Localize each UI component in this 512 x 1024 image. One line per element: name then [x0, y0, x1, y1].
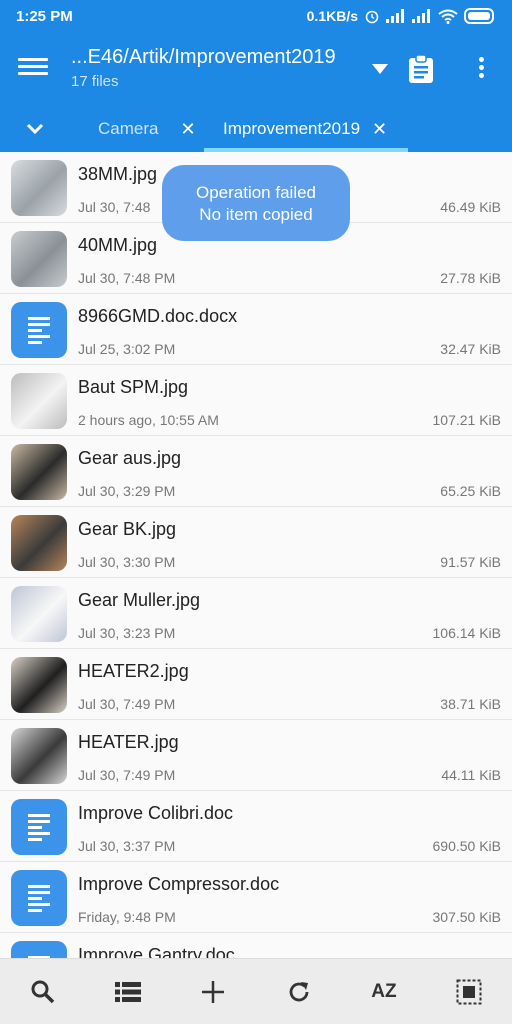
dropdown-arrow-icon[interactable]	[370, 62, 390, 76]
tab-bar: Camera ✕ Improvement2019 ✕	[0, 106, 512, 152]
file-size: 27.78 KiB	[440, 270, 501, 286]
file-name: 8966GMD.doc.docx	[78, 306, 238, 326]
file-name: Baut SPM.jpg	[78, 377, 189, 397]
file-row[interactable]: Improve Gantry.doc	[0, 933, 512, 958]
file-row[interactable]: 8966GMD.doc.docx Jul 25, 3:02 PM 32.47 KiB	[0, 294, 512, 365]
select-all-icon	[456, 979, 482, 1004]
file-name: HEATER2.jpg	[78, 661, 189, 681]
file-size: 38.71 KiB	[440, 696, 501, 712]
header-title-block: ...E46/Artik/Improvement2019 17 files	[71, 46, 371, 90]
file-date: Jul 25, 3:02 PM	[78, 341, 176, 357]
file-row[interactable]: Gear aus.jpg Jul 30, 3:29 PM 65.25 KiB	[0, 436, 512, 507]
sort-icon: AZ	[371, 980, 397, 1002]
status-right: 0.1KB/s	[307, 8, 496, 24]
file-date: Jul 30, 3:23 PM	[78, 625, 176, 641]
search-icon	[31, 980, 54, 1003]
tab-camera-label: Camera	[98, 119, 159, 138]
file-date: Jul 30, 3:29 PM	[78, 483, 176, 499]
chevron-down-icon[interactable]	[24, 118, 46, 140]
battery-icon	[464, 8, 494, 24]
file-size: 46.49 KiB	[440, 199, 501, 215]
file-name: Gear Muller.jpg	[78, 590, 201, 610]
file-date: Jul 30, 7:48	[78, 199, 151, 215]
file-date: 2 hours ago, 10:55 AM	[78, 412, 219, 428]
image-thumbnail	[11, 728, 67, 784]
file-row[interactable]: Improve Compressor.doc Friday, 9:48 PM 307…	[0, 862, 512, 933]
add-button[interactable]	[191, 970, 235, 1014]
clipboard-icon[interactable]	[408, 54, 434, 84]
image-thumbnail	[11, 444, 67, 500]
signal-icon-2	[412, 9, 430, 23]
file-name: Improve Colibri.doc	[78, 803, 234, 823]
file-size: 307.50 KiB	[432, 909, 502, 925]
image-thumbnail	[11, 373, 67, 429]
file-size: 690.50 KiB	[432, 838, 502, 854]
image-thumbnail	[11, 657, 67, 713]
document-icon	[11, 870, 67, 926]
tab-camera-close-icon[interactable]: ✕	[180, 119, 195, 140]
status-bar: 1:25 PM 0.1KB/s	[0, 0, 512, 32]
file-name: 38MM.jpg	[78, 164, 158, 184]
more-options-icon[interactable]	[474, 54, 488, 84]
file-name: 40MM.jpg	[78, 235, 158, 255]
file-date: Jul 30, 7:48 PM	[78, 270, 176, 286]
file-list: 38MM.jpg Jul 30, 7:48 46.49 KiB 40MM.jpg Jul…	[0, 152, 512, 958]
image-thumbnail	[11, 515, 67, 571]
file-size: 91.57 KiB	[440, 554, 501, 570]
file-date: Jul 30, 7:49 PM	[78, 696, 176, 712]
file-size: 44.11 KiB	[441, 767, 501, 783]
tab-improvement2019-close-icon[interactable]: ✕	[372, 119, 387, 140]
bottom-toolbar: AZ	[0, 958, 512, 1024]
file-row[interactable]: Gear Muller.jpg Jul 30, 3:23 PM 106.14 KiB	[0, 578, 512, 649]
network-speed: 0.1KB/s	[306, 8, 358, 24]
file-size: 106.14 KiB	[432, 625, 502, 641]
file-count: 17 files	[71, 73, 119, 90]
alarm-icon	[365, 10, 379, 24]
tab-improvement2019[interactable]: Improvement2019 ✕	[223, 106, 387, 152]
list-view-icon	[114, 981, 141, 1002]
file-date: Friday, 9:48 PM	[78, 909, 176, 925]
file-name: Improve Compressor.doc	[78, 874, 280, 894]
app-bar: ...E46/Artik/Improvement2019 17 files	[0, 32, 512, 106]
file-name: Gear aus.jpg	[78, 448, 182, 468]
document-icon	[11, 302, 67, 358]
sort-button[interactable]: AZ	[362, 970, 406, 1014]
file-date: Jul 30, 7:49 PM	[78, 767, 176, 783]
menu-icon[interactable]	[18, 54, 48, 84]
search-button[interactable]	[21, 970, 65, 1014]
file-row[interactable]: Gear BK.jpg Jul 30, 3:30 PM 91.57 KiB	[0, 507, 512, 578]
image-thumbnail	[11, 231, 67, 287]
file-row[interactable]: HEATER.jpg Jul 30, 7:49 PM 44.11 KiB	[0, 720, 512, 791]
file-size: 32.47 KiB	[440, 341, 501, 357]
list-view-button[interactable]	[106, 970, 150, 1014]
tab-improvement2019-label: Improvement2019	[223, 119, 361, 138]
file-date: Jul 30, 3:30 PM	[78, 554, 176, 570]
file-row[interactable]: Baut SPM.jpg 2 hours ago, 10:55 AM 107.21 …	[0, 365, 512, 436]
image-thumbnail	[11, 160, 67, 216]
file-size: 65.25 KiB	[440, 483, 501, 499]
refresh-icon	[289, 981, 309, 1001]
file-date: Jul 30, 3:37 PM	[78, 838, 176, 854]
toast-message: Operation failed No item copied	[162, 165, 350, 241]
toast-line-2: No item copied	[199, 205, 313, 224]
status-time: 1:25 PM	[16, 7, 73, 25]
select-all-button[interactable]	[447, 970, 491, 1014]
signal-icon	[386, 9, 404, 23]
wifi-icon	[438, 9, 458, 24]
image-thumbnail	[11, 586, 67, 642]
add-icon	[202, 980, 225, 1003]
tab-camera[interactable]: Camera ✕	[98, 106, 196, 152]
document-icon	[11, 941, 67, 958]
file-name: HEATER.jpg	[78, 732, 179, 752]
file-name: Improve Gantry.doc	[78, 945, 235, 958]
file-name: Gear BK.jpg	[78, 519, 177, 539]
folder-path: ...E46/Artik/Improvement2019	[71, 46, 336, 68]
refresh-button[interactable]	[277, 970, 321, 1014]
file-row[interactable]: HEATER2.jpg Jul 30, 7:49 PM 38.71 KiB	[0, 649, 512, 720]
document-icon	[11, 799, 67, 855]
file-row[interactable]: Improve Colibri.doc Jul 30, 3:37 PM 690.50…	[0, 791, 512, 862]
file-size: 107.21 KiB	[432, 412, 502, 428]
toast-line-1: Operation failed	[195, 183, 317, 202]
